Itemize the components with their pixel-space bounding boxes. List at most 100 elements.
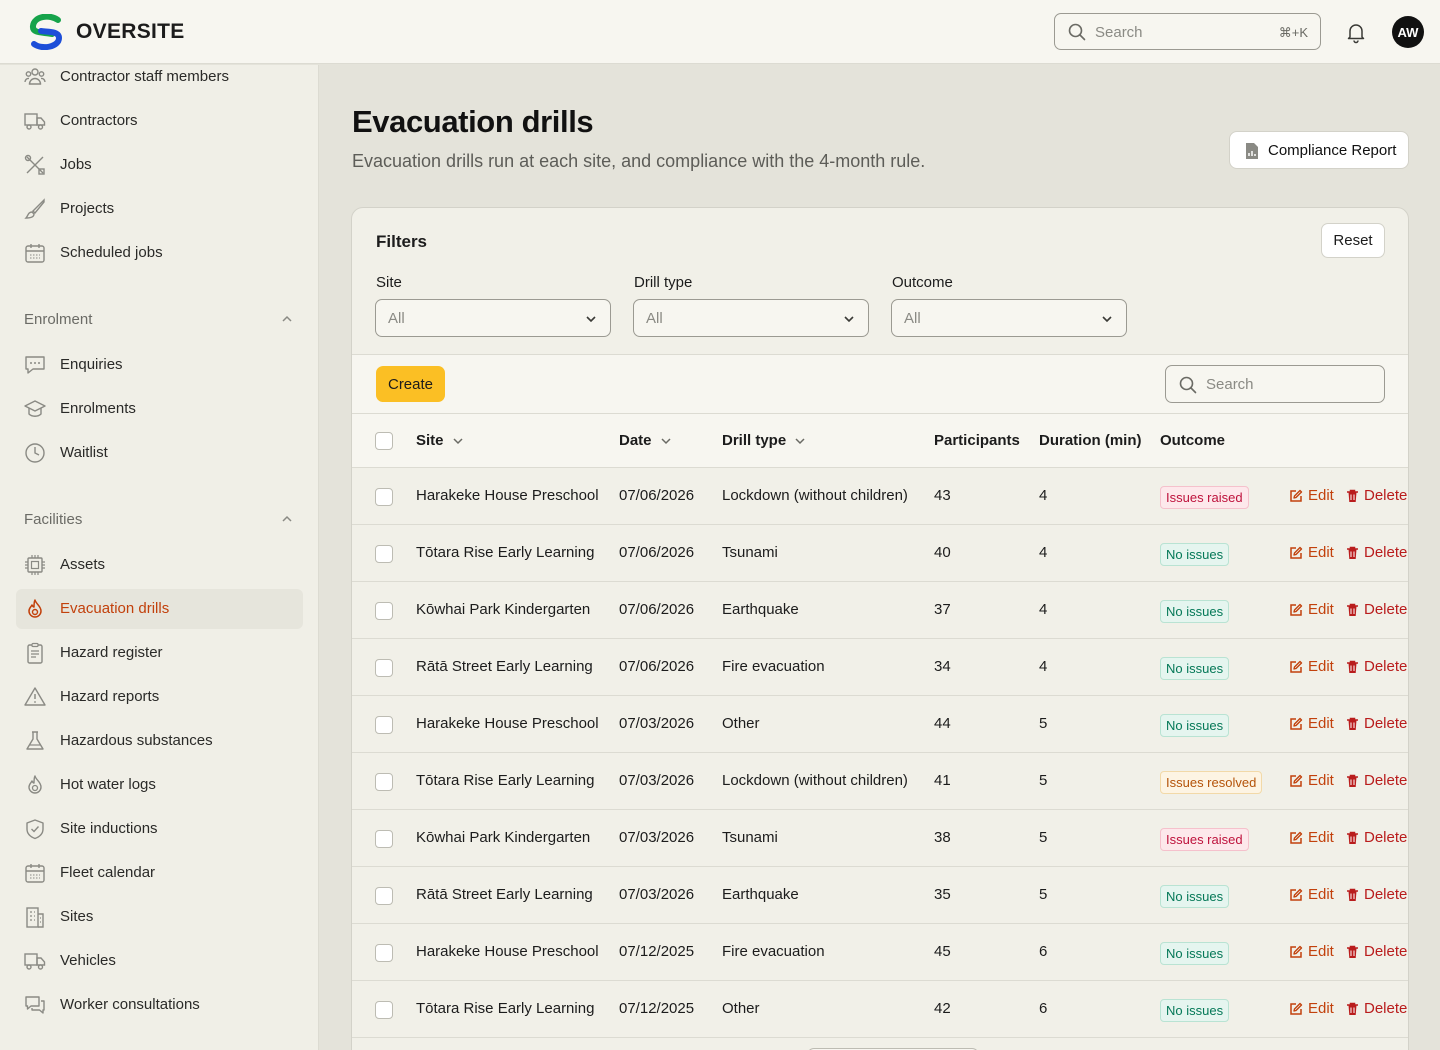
delete-label: Delete bbox=[1364, 544, 1408, 561]
sidebar: Contractor staff members Contractors Job… bbox=[0, 65, 319, 1050]
delete-button[interactable]: Delete bbox=[1346, 601, 1407, 618]
edit-button[interactable]: Edit bbox=[1289, 544, 1334, 561]
reset-button[interactable]: Reset bbox=[1321, 223, 1385, 258]
global-search-input[interactable]: Search ⌘+K bbox=[1054, 13, 1321, 50]
section-enrolment[interactable]: Enrolment bbox=[24, 308, 303, 332]
edit-button[interactable]: Edit bbox=[1289, 658, 1334, 675]
edit-button[interactable]: Edit bbox=[1289, 772, 1334, 789]
table-row[interactable]: Tōtara Rise Early Learning 07/03/2026 Lock… bbox=[352, 753, 1408, 810]
sidebar-item-fleet-calendar[interactable]: Fleet calendar bbox=[16, 853, 303, 893]
row-checkbox[interactable] bbox=[375, 488, 393, 506]
row-checkbox[interactable] bbox=[375, 545, 393, 563]
sidebar-item-contractors[interactable]: Contractors bbox=[16, 101, 303, 141]
row-checkbox[interactable] bbox=[375, 773, 393, 791]
sidebar-item-projects[interactable]: Projects bbox=[16, 189, 303, 229]
sidebar-item-enquiries[interactable]: Enquiries bbox=[16, 345, 303, 385]
sidebar-item-waitlist[interactable]: Waitlist bbox=[16, 433, 303, 473]
edit-icon bbox=[1290, 831, 1303, 844]
table-row[interactable]: Harakeke House Preschool 07/12/2025 Fire e… bbox=[352, 924, 1408, 981]
truck-icon bbox=[24, 953, 46, 970]
row-checkbox[interactable] bbox=[375, 716, 393, 734]
sidebar-item-evacuation-drills[interactable]: Evacuation drills bbox=[16, 589, 303, 629]
site-filter-select[interactable]: All bbox=[375, 299, 611, 337]
create-button[interactable]: Create bbox=[376, 366, 445, 402]
table-row[interactable]: Harakeke House Preschool 07/03/2026 Other 4… bbox=[352, 696, 1408, 753]
table-row[interactable]: Tōtara Rise Early Learning 07/12/2025 Othe… bbox=[352, 981, 1408, 1038]
sidebar-item-label: Hot water logs bbox=[60, 776, 156, 793]
table-row[interactable]: Kōwhai Park Kindergarten 07/06/2026 Earthq… bbox=[352, 582, 1408, 639]
brand-logo[interactable]: OVERSITE bbox=[28, 14, 185, 50]
cell-drill-type: Lockdown (without children) bbox=[722, 772, 908, 789]
select-all-checkbox[interactable] bbox=[375, 432, 393, 450]
avatar[interactable]: AW bbox=[1392, 16, 1424, 48]
row-checkbox[interactable] bbox=[375, 659, 393, 677]
row-checkbox[interactable] bbox=[375, 1001, 393, 1019]
sidebar-item-worker-consultations[interactable]: Worker consultations bbox=[16, 985, 303, 1025]
delete-button[interactable]: Delete bbox=[1346, 544, 1407, 561]
chevron-down-icon bbox=[1102, 316, 1112, 323]
table-row[interactable]: Harakeke House Preschool 07/06/2026 Lockdo… bbox=[352, 468, 1408, 525]
cell-site: Tōtara Rise Early Learning bbox=[416, 1000, 595, 1017]
status-badge: No issues bbox=[1160, 714, 1230, 737]
edit-button[interactable]: Edit bbox=[1289, 715, 1334, 732]
delete-button[interactable]: Delete bbox=[1346, 772, 1407, 789]
drill-type-filter-select[interactable]: All bbox=[633, 299, 869, 337]
sidebar-item-contractor-staff-members[interactable]: Contractor staff members bbox=[16, 65, 303, 97]
edit-button[interactable]: Edit bbox=[1289, 601, 1334, 618]
row-checkbox[interactable] bbox=[375, 830, 393, 848]
table-search-input[interactable]: Search bbox=[1165, 365, 1385, 403]
sidebar-item-hazard-reports[interactable]: Hazard reports bbox=[16, 677, 303, 717]
edit-button[interactable]: Edit bbox=[1289, 829, 1334, 846]
brand-name: OVERSITE bbox=[76, 20, 185, 43]
search-icon bbox=[1179, 376, 1197, 394]
column-header-date[interactable]: Date bbox=[619, 432, 672, 449]
sidebar-item-assets[interactable]: Assets bbox=[16, 545, 303, 585]
bell-icon[interactable] bbox=[1344, 20, 1368, 44]
column-header-drill-type[interactable]: Drill type bbox=[722, 432, 806, 449]
delete-button[interactable]: Delete bbox=[1346, 1000, 1407, 1017]
sidebar-item-hot-water-logs[interactable]: Hot water logs bbox=[16, 765, 303, 805]
edit-button[interactable]: Edit bbox=[1289, 943, 1334, 960]
cell-date: 07/06/2026 bbox=[619, 601, 695, 618]
outcome-filter-select[interactable]: All bbox=[891, 299, 1127, 337]
section-facilities[interactable]: Facilities bbox=[24, 508, 303, 532]
edit-button[interactable]: Edit bbox=[1289, 1000, 1334, 1017]
sidebar-item-enrolments[interactable]: Enrolments bbox=[16, 389, 303, 429]
delete-button[interactable]: Delete bbox=[1346, 943, 1407, 960]
search-icon bbox=[1068, 23, 1086, 41]
table-row[interactable]: Kōwhai Park Kindergarten 07/03/2026 Tsunam… bbox=[352, 810, 1408, 867]
sidebar-item-site-inductions[interactable]: Site inductions bbox=[16, 809, 303, 849]
sidebar-item-label: Scheduled jobs bbox=[60, 244, 163, 261]
delete-label: Delete bbox=[1364, 772, 1408, 789]
row-checkbox[interactable] bbox=[375, 602, 393, 620]
truck-icon bbox=[24, 113, 46, 130]
cell-date: 07/12/2025 bbox=[619, 943, 695, 960]
table-row[interactable]: Tōtara Rise Early Learning 07/06/2026 Tsun… bbox=[352, 525, 1408, 582]
compliance-report-button[interactable]: Compliance Report bbox=[1229, 131, 1409, 169]
row-checkbox[interactable] bbox=[375, 944, 393, 962]
trash-icon bbox=[1347, 603, 1358, 616]
row-checkbox[interactable] bbox=[375, 887, 393, 905]
edit-button[interactable]: Edit bbox=[1289, 886, 1334, 903]
sidebar-item-jobs[interactable]: Jobs bbox=[16, 145, 303, 185]
sidebar-item-hazard-register[interactable]: Hazard register bbox=[16, 633, 303, 673]
status-badge: No issues bbox=[1160, 600, 1230, 623]
delete-button[interactable]: Delete bbox=[1346, 715, 1407, 732]
delete-button[interactable]: Delete bbox=[1346, 829, 1407, 846]
edit-button[interactable]: Edit bbox=[1289, 487, 1334, 504]
column-header-site[interactable]: Site bbox=[416, 432, 464, 449]
sidebar-item-sites[interactable]: Sites bbox=[16, 897, 303, 937]
edit-icon bbox=[1290, 774, 1303, 787]
edit-label: Edit bbox=[1308, 658, 1334, 675]
delete-button[interactable]: Delete bbox=[1346, 658, 1407, 675]
delete-button[interactable]: Delete bbox=[1346, 886, 1407, 903]
sidebar-item-vehicles[interactable]: Vehicles bbox=[16, 941, 303, 981]
sidebar-item-scheduled-jobs[interactable]: Scheduled jobs bbox=[16, 233, 303, 273]
cell-site: Harakeke House Preschool bbox=[416, 715, 599, 732]
table-row[interactable]: Rātā Street Early Learning 07/06/2026 Fire… bbox=[352, 639, 1408, 696]
drills-card: Filters Reset Site All Drill type All Ou… bbox=[351, 207, 1409, 1050]
sidebar-item-hazardous-substances[interactable]: Hazardous substances bbox=[16, 721, 303, 761]
site-filter-value: All bbox=[388, 310, 405, 327]
delete-button[interactable]: Delete bbox=[1346, 487, 1407, 504]
table-row[interactable]: Rātā Street Early Learning 07/03/2026 Eart… bbox=[352, 867, 1408, 924]
